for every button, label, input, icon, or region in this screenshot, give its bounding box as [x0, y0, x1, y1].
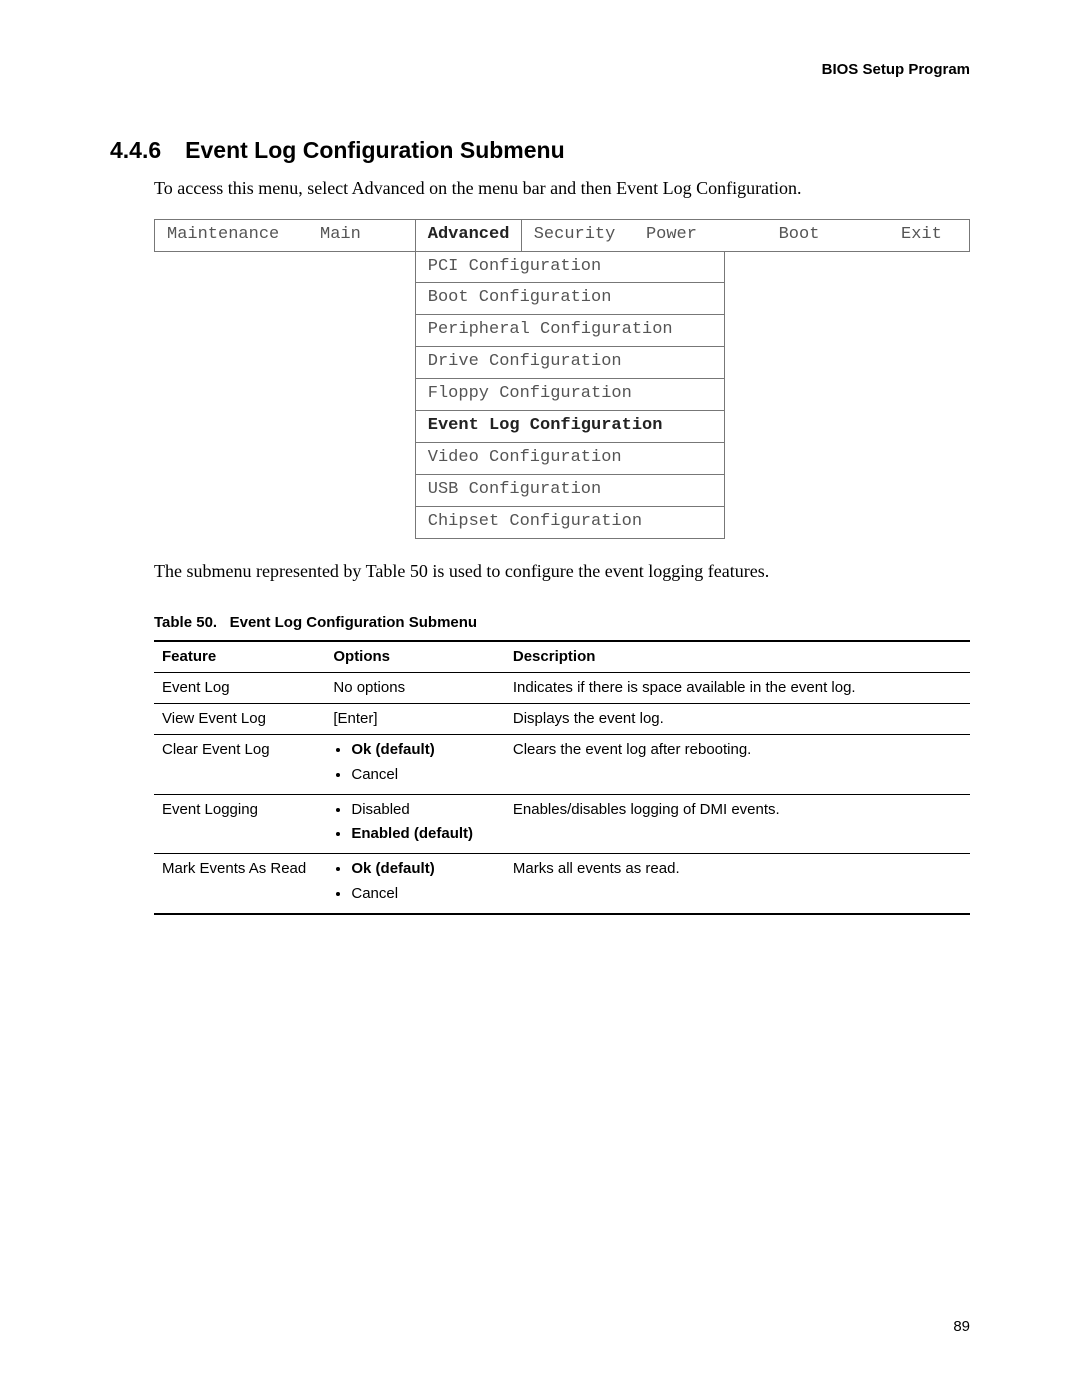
- option-item: Cancel: [351, 884, 497, 904]
- bios-submenu-item: Floppy Configuration: [415, 379, 725, 411]
- options-cell: Ok (default) Cancel: [325, 854, 505, 914]
- bios-submenu-item: USB Configuration: [415, 475, 725, 507]
- intro-paragraph: To access this menu, select Advanced on …: [154, 176, 970, 200]
- running-head: BIOS Setup Program: [110, 60, 970, 80]
- table-row: Clear Event Log Ok (default) Cancel Clears …: [154, 735, 970, 795]
- bios-submenu-pad: [155, 283, 416, 315]
- bios-submenu-item: Boot Configuration: [415, 283, 725, 315]
- bios-submenu-item: Video Configuration: [415, 443, 725, 475]
- section-title: Event Log Configuration Submenu: [185, 137, 564, 163]
- table-row: Mark Events As Read Ok (default) Cancel Mar…: [154, 854, 970, 914]
- post-figure-paragraph: The submenu represented by Table 50 is u…: [154, 559, 970, 583]
- feature-table: Feature Options Description Event LogNo …: [154, 640, 970, 915]
- options-cell: Ok (default) Cancel: [325, 735, 505, 795]
- bios-submenu-pad-right: [725, 443, 970, 475]
- description-cell: Displays the event log.: [505, 704, 970, 735]
- options-cell: No options: [325, 672, 505, 703]
- option-item: Ok (default): [351, 859, 497, 879]
- option-item: Cancel: [351, 765, 497, 785]
- bios-menu-table: Maintenance Main Advanced Security Power…: [154, 219, 970, 539]
- bios-submenu-item: Drive Configuration: [415, 347, 725, 379]
- table-caption-title: Event Log Configuration Submenu: [230, 614, 478, 631]
- option-item: Enabled (default): [351, 824, 497, 844]
- bios-submenu-pad-right: [725, 475, 970, 507]
- feature-cell: Mark Events As Read: [154, 854, 325, 914]
- bios-tab-rest: Security Power Boot Exit: [521, 219, 969, 251]
- bios-menu-figure: Maintenance Main Advanced Security Power…: [154, 219, 970, 539]
- bios-submenu-item: Event Log Configuration: [415, 411, 725, 443]
- bios-tab-advanced: Advanced: [415, 219, 521, 251]
- description-cell: Marks all events as read.: [505, 854, 970, 914]
- table-row: Event Logging Disabled Enabled (default) En…: [154, 794, 970, 854]
- bios-tab-row: Maintenance Main Advanced Security Power…: [155, 219, 970, 251]
- bios-submenu-pad: [155, 251, 416, 283]
- bios-submenu-pad: [155, 379, 416, 411]
- bios-submenu-row: Boot Configuration: [155, 283, 970, 315]
- bios-submenu-pad: [155, 507, 416, 539]
- options-list: Disabled Enabled (default): [333, 800, 497, 845]
- bios-submenu-pad: [155, 443, 416, 475]
- option-item: Disabled: [351, 800, 497, 820]
- bios-submenu-pad-right: [725, 507, 970, 539]
- bios-submenu-pad-right: [725, 411, 970, 443]
- feature-cell: Event Log: [154, 672, 325, 703]
- feature-cell: Event Logging: [154, 794, 325, 854]
- bios-submenu-pad-right: [725, 379, 970, 411]
- bios-submenu-pad-right: [725, 315, 970, 347]
- header-options: Options: [325, 641, 505, 673]
- bios-tab-boot-label: Boot: [779, 225, 820, 244]
- feature-cell: Clear Event Log: [154, 735, 325, 795]
- feature-table-header-row: Feature Options Description: [154, 641, 970, 673]
- bios-submenu-row: USB Configuration: [155, 475, 970, 507]
- bios-tab-exit-label: Exit: [901, 225, 942, 244]
- bios-submenu-row: Floppy Configuration: [155, 379, 970, 411]
- description-cell: Indicates if there is space available in…: [505, 672, 970, 703]
- bios-submenu-row: Video Configuration: [155, 443, 970, 475]
- bios-submenu-item: PCI Configuration: [415, 251, 725, 283]
- header-description: Description: [505, 641, 970, 673]
- page-number: 89: [953, 1317, 970, 1337]
- table-caption: Table 50. Event Log Configuration Submen…: [154, 613, 970, 633]
- table-row: View Event Log[Enter]Displays the event …: [154, 704, 970, 735]
- options-cell: [Enter]: [325, 704, 505, 735]
- bios-submenu-pad: [155, 315, 416, 347]
- bios-submenu-item: Peripheral Configuration: [415, 315, 725, 347]
- bios-submenu-pad: [155, 475, 416, 507]
- bios-submenu-pad: [155, 411, 416, 443]
- bios-submenu-pad-right: [725, 251, 970, 283]
- option-item: Ok (default): [351, 740, 497, 760]
- bios-submenu-pad: [155, 347, 416, 379]
- bios-tab-maintenance: Maintenance Main: [155, 219, 416, 251]
- bios-submenu-row: Peripheral Configuration: [155, 315, 970, 347]
- description-cell: Clears the event log after rebooting.: [505, 735, 970, 795]
- header-feature: Feature: [154, 641, 325, 673]
- options-cell: Disabled Enabled (default): [325, 794, 505, 854]
- bios-submenu-row: Event Log Configuration: [155, 411, 970, 443]
- feature-cell: View Event Log: [154, 704, 325, 735]
- table-caption-number: Table 50.: [154, 614, 217, 631]
- bios-submenu-row: Drive Configuration: [155, 347, 970, 379]
- section-number: 4.4.6: [110, 135, 161, 166]
- bios-tab-power-label: Power: [646, 225, 697, 244]
- bios-tab-main-label: Main: [320, 225, 361, 244]
- description-cell: Enables/disables logging of DMI events.: [505, 794, 970, 854]
- bios-tab-maintenance-label: Maintenance: [167, 225, 279, 244]
- bios-submenu-row: PCI Configuration: [155, 251, 970, 283]
- bios-submenu-pad-right: [725, 283, 970, 315]
- table-row: Event LogNo optionsIndicates if there is…: [154, 672, 970, 703]
- options-list: Ok (default) Cancel: [333, 859, 497, 904]
- options-list: Ok (default) Cancel: [333, 740, 497, 785]
- bios-submenu-item: Chipset Configuration: [415, 507, 725, 539]
- section-heading: 4.4.6 Event Log Configuration Submenu: [110, 135, 970, 166]
- bios-tab-security-label: Security: [534, 225, 616, 244]
- bios-submenu-pad-right: [725, 347, 970, 379]
- bios-submenu-row: Chipset Configuration: [155, 507, 970, 539]
